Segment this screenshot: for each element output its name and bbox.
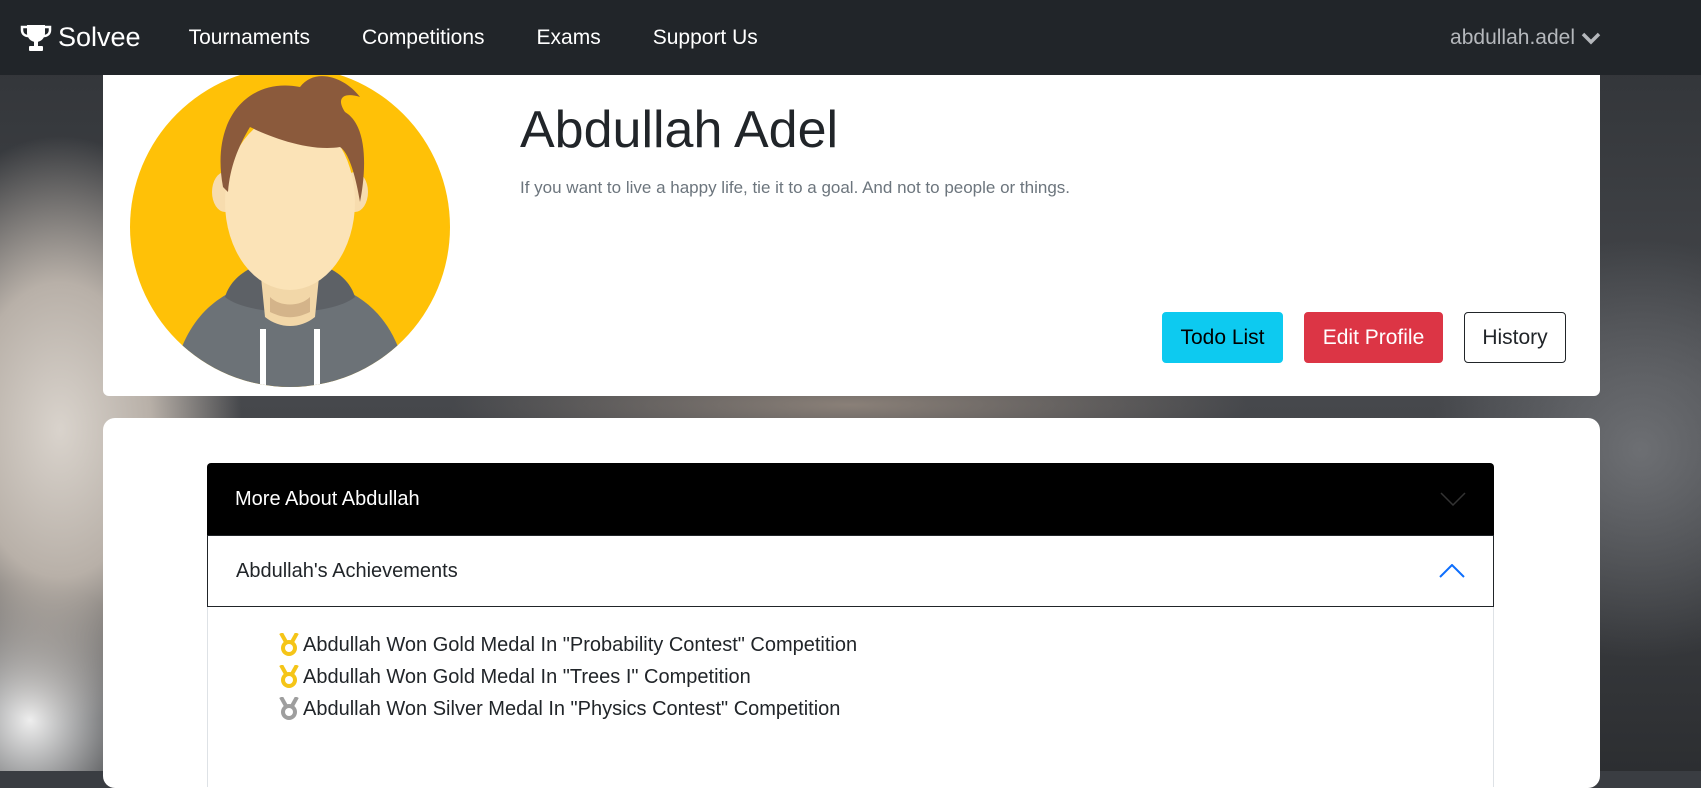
nav-competitions[interactable]: Competitions [362,26,485,50]
accordion-achievements[interactable]: Abdullah's Achievements [207,535,1494,607]
achievement-text: Abdullah Won Gold Medal In "Probability … [303,633,858,656]
chevron-down-icon [1440,492,1466,506]
achievements-list: Abdullah Won Gold Medal In "Probability … [207,607,1494,787]
gold-medal-icon [279,665,299,688]
silver-medal-icon [279,697,299,720]
brand-link[interactable]: Solvee [20,22,141,53]
accordion-more-about-label: More About Abdullah [235,487,420,510]
edit-profile-button[interactable]: Edit Profile [1304,312,1443,363]
nav-support-us[interactable]: Support Us [653,26,758,50]
gold-medal-icon [279,633,299,656]
chevron-down-icon [1581,32,1601,44]
user-dropdown[interactable]: abdullah.adel [1450,0,1601,75]
brand-name: Solvee [58,22,141,52]
list-item: Abdullah Won Gold Medal In "Probability … [278,629,1493,661]
list-item: Abdullah Won Gold Medal In "Trees I" Com… [278,661,1493,693]
navbar: Solvee Tournaments Competitions Exams Su… [0,0,1701,75]
list-item: Abdullah Won Silver Medal In "Physics Co… [278,693,1493,725]
nav-tournaments[interactable]: Tournaments [189,26,310,50]
chevron-up-icon [1439,564,1465,578]
todo-list-button[interactable]: Todo List [1162,312,1283,363]
profile-card: Abdullah Adel If you want to live a happ… [103,60,1600,396]
profile-accordion: More About Abdullah Abdullah's Achieveme… [207,463,1494,787]
accordion-achievements-label: Abdullah's Achievements [236,559,458,582]
avatar [130,67,450,387]
nav-exams[interactable]: Exams [537,26,601,50]
accordion-more-about[interactable]: More About Abdullah [207,463,1494,535]
details-card: More About Abdullah Abdullah's Achieveme… [103,418,1600,788]
trophy-icon [20,24,52,51]
achievement-text: Abdullah Won Gold Medal In "Trees I" Com… [303,665,751,688]
profile-name: Abdullah Adel [520,101,839,159]
profile-quote: If you want to live a happy life, tie it… [520,178,1071,197]
history-button[interactable]: History [1464,312,1566,363]
username: abdullah.adel [1450,25,1575,49]
achievement-text: Abdullah Won Silver Medal In "Physics Co… [303,697,841,720]
